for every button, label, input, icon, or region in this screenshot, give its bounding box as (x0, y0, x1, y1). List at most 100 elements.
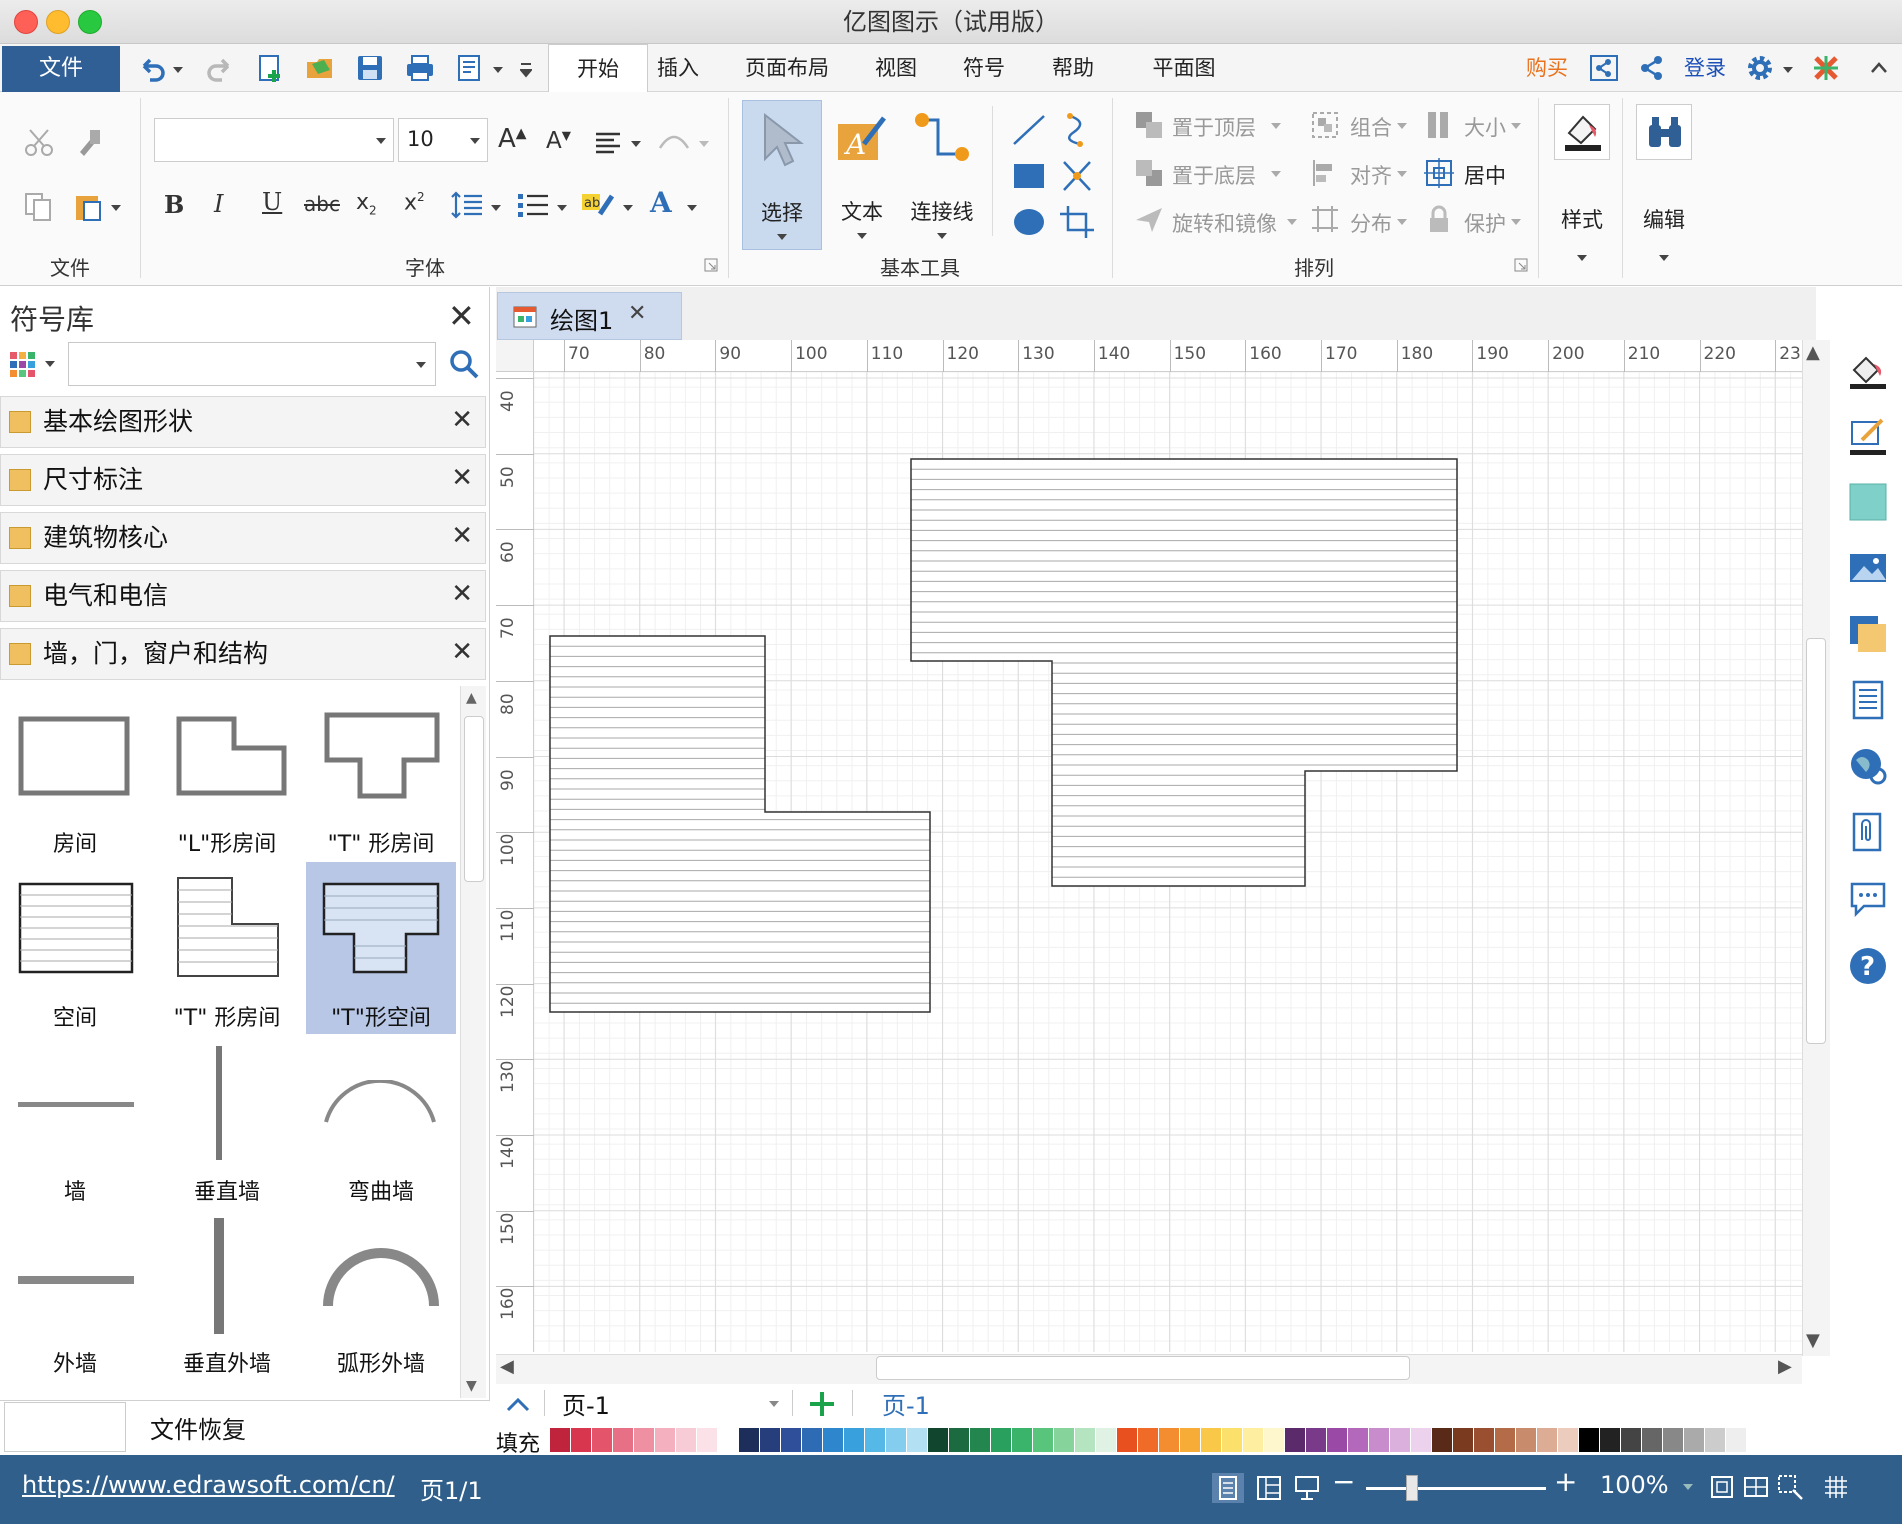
format-painter-icon[interactable] (72, 126, 106, 160)
color-swatch[interactable] (592, 1428, 613, 1452)
layers-icon[interactable] (1848, 614, 1888, 654)
center-label[interactable]: 居中 (1464, 160, 1506, 190)
login-link[interactable]: 登录 (1684, 44, 1726, 92)
chevron-down-icon[interactable] (1270, 122, 1282, 130)
connector-tool-button[interactable]: 连接线 (902, 100, 982, 250)
collapse-ribbon-icon[interactable] (1870, 60, 1888, 74)
page-view-icon[interactable] (1254, 1473, 1284, 1503)
chevron-down-icon[interactable] (698, 140, 710, 148)
buy-link[interactable]: 购买 (1526, 44, 1568, 92)
chevron-down-icon[interactable] (44, 360, 56, 368)
color-swatch[interactable] (991, 1428, 1012, 1452)
distribute-label[interactable]: 分布 (1350, 208, 1392, 238)
print-icon[interactable] (404, 52, 436, 84)
color-swatch[interactable] (1054, 1428, 1075, 1452)
close-document-icon[interactable]: ✕ (628, 301, 646, 326)
color-swatch[interactable] (1621, 1428, 1642, 1452)
image-icon[interactable] (1848, 548, 1888, 588)
zoom-level[interactable]: 100% (1600, 1471, 1669, 1499)
color-swatch[interactable] (1201, 1428, 1222, 1452)
color-swatch[interactable] (1348, 1428, 1369, 1452)
tab-help[interactable]: 帮助 (1042, 44, 1104, 92)
chevron-up-icon[interactable] (506, 1396, 530, 1412)
scroll-up-icon[interactable]: ▲ (1806, 342, 1820, 363)
chevron-down-icon[interactable] (556, 204, 568, 212)
save-icon[interactable] (354, 52, 386, 84)
group-icon[interactable] (1310, 110, 1340, 140)
align-label[interactable]: 对齐 (1350, 160, 1392, 190)
color-swatch[interactable] (1180, 1428, 1201, 1452)
vertical-wall-shape[interactable] (214, 1046, 224, 1160)
color-swatch[interactable] (823, 1428, 844, 1452)
chevron-down-icon[interactable] (110, 204, 122, 212)
color-swatch[interactable] (1159, 1428, 1180, 1452)
connection-point-icon[interactable] (1058, 158, 1096, 194)
send-back-label[interactable]: 置于底层 (1172, 160, 1256, 190)
color-swatch[interactable] (844, 1428, 865, 1452)
website-link[interactable]: https://www.edrawsoft.com/cn/ (22, 1471, 395, 1499)
chevron-down-icon[interactable] (686, 204, 698, 212)
color-swatch[interactable] (697, 1428, 718, 1452)
color-swatch[interactable] (1264, 1428, 1285, 1452)
rotate-mirror-icon[interactable] (1134, 204, 1164, 234)
redo-icon[interactable] (204, 52, 236, 84)
scroll-left-icon[interactable]: ◀ (500, 1356, 514, 1377)
close-library-button[interactable]: ✕ (448, 300, 475, 332)
increase-font-icon[interactable]: A▲ (498, 124, 527, 154)
select-tool-button[interactable]: 选择 (742, 100, 822, 250)
file-menu-button[interactable]: 文件 (2, 46, 120, 92)
color-swatch[interactable] (571, 1428, 592, 1452)
align-text-icon[interactable] (594, 130, 624, 156)
fit-page-icon[interactable] (1708, 1473, 1736, 1501)
color-swatch[interactable] (865, 1428, 886, 1452)
grid-toggle-icon[interactable] (1822, 1473, 1850, 1501)
font-size-select[interactable]: 10 (398, 118, 488, 162)
size-icon[interactable] (1424, 110, 1454, 140)
chevron-down-icon[interactable] (1682, 1483, 1694, 1491)
canvas-vscroll-thumb[interactable] (1806, 638, 1826, 1044)
color-swatch[interactable] (1453, 1428, 1474, 1452)
font-family-select[interactable] (154, 118, 394, 162)
subscript-icon[interactable]: x2 (356, 190, 377, 217)
color-swatch[interactable] (739, 1428, 760, 1452)
exterior-wall-shape[interactable] (18, 1274, 134, 1286)
search-icon[interactable] (448, 348, 480, 380)
bold-icon[interactable]: B (164, 190, 184, 219)
paste-icon[interactable] (72, 190, 106, 224)
t-room-shape[interactable] (324, 712, 440, 800)
tab-start[interactable]: 开始 (548, 44, 648, 93)
share-icon[interactable] (1636, 52, 1668, 84)
library-grid-icon[interactable] (8, 350, 36, 378)
color-swatch[interactable] (1474, 1428, 1495, 1452)
tab-page-layout[interactable]: 页面布局 (732, 44, 842, 92)
color-swatch[interactable] (1642, 1428, 1663, 1452)
chevron-down-icon[interactable] (1396, 170, 1408, 178)
fit-width-icon[interactable] (1742, 1473, 1770, 1501)
export-icon[interactable] (454, 52, 486, 84)
scroll-down-icon[interactable]: ▼ (466, 1378, 477, 1394)
color-swatch[interactable] (676, 1428, 697, 1452)
file-recovery-label[interactable]: 文件恢复 (150, 1410, 246, 1445)
document-tab[interactable]: 绘图1 ✕ (497, 292, 682, 340)
color-swatch[interactable] (1684, 1428, 1705, 1452)
zoom-out-button[interactable]: − (1332, 1465, 1355, 1498)
zoom-slider-thumb[interactable] (1406, 1475, 1418, 1501)
chevron-down-icon[interactable] (1510, 218, 1522, 226)
close-category-icon[interactable]: ✕ (451, 521, 473, 551)
color-swatch[interactable] (1033, 1428, 1054, 1452)
curved-wall-shape[interactable] (322, 1080, 438, 1124)
color-swatch[interactable] (1327, 1428, 1348, 1452)
add-page-icon[interactable] (808, 1390, 836, 1418)
vertical-exterior-wall-shape[interactable] (212, 1218, 226, 1334)
color-swatch[interactable] (1579, 1428, 1600, 1452)
scroll-down-icon[interactable]: ▼ (1806, 1330, 1820, 1351)
chevron-down-icon[interactable] (492, 66, 504, 74)
chevron-down-icon[interactable] (172, 66, 184, 74)
library-category-row[interactable]: 墙，门，窗户和结构 ✕ (0, 628, 486, 680)
color-swatch[interactable] (1705, 1428, 1726, 1452)
lock-icon[interactable] (1424, 204, 1454, 234)
color-swatch[interactable] (802, 1428, 823, 1452)
space-shape[interactable] (18, 882, 134, 974)
t-space-shape[interactable] (322, 882, 440, 974)
t-room-space-shape[interactable] (176, 876, 280, 978)
